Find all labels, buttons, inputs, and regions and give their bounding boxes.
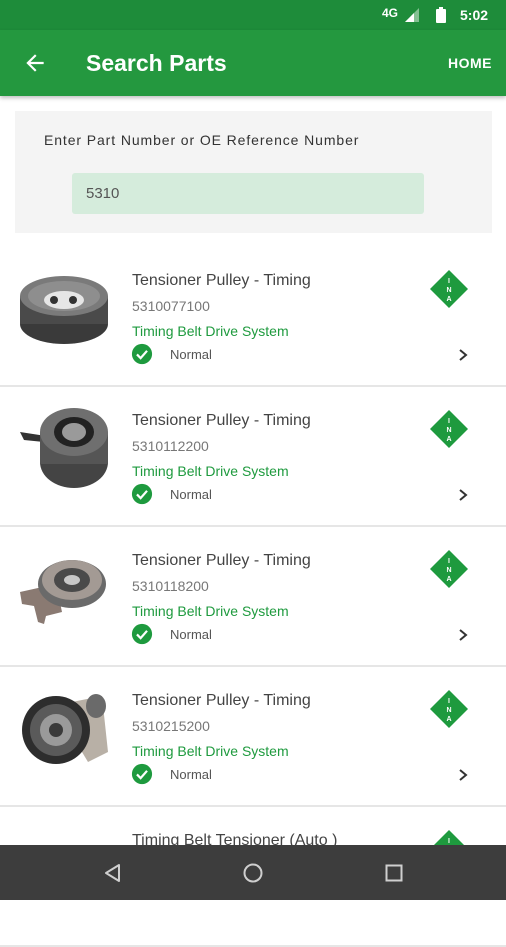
part-system: Timing Belt Drive System: [132, 463, 289, 479]
svg-text:A: A: [446, 296, 451, 303]
part-number: 5310215200: [132, 718, 210, 734]
home-button[interactable]: HOME: [448, 55, 492, 71]
part-image: [22, 694, 108, 764]
part-name: Tensioner Pulley - Timing: [132, 552, 311, 569]
part-image: [20, 276, 108, 344]
part-status: Normal: [170, 347, 212, 362]
part-number: 5310112200: [132, 438, 209, 454]
list-item[interactable]: Tensioner Pulley - Timing 5310215200 Tim…: [0, 668, 506, 807]
part-system: Timing Belt Drive System: [132, 743, 289, 759]
svg-text:I: I: [448, 558, 450, 565]
ina-logo-icon: I N A: [430, 270, 468, 308]
svg-text:A: A: [446, 716, 451, 723]
part-status: Normal: [170, 767, 212, 782]
ina-logo-icon: I N A: [430, 410, 468, 448]
part-number: 5310118200: [132, 578, 209, 594]
part-number-input[interactable]: [72, 173, 424, 214]
list-item[interactable]: Tensioner Pulley - Timing 5310112200 Tim…: [0, 388, 506, 527]
battery-icon: [436, 7, 446, 23]
square-recents-icon[interactable]: [383, 862, 405, 884]
check-circle-icon: [131, 483, 153, 505]
part-status: Normal: [170, 627, 212, 642]
chevron-right-icon[interactable]: [456, 488, 470, 502]
list-item[interactable]: Tensioner Pulley - Timing 5310077100 Tim…: [0, 248, 506, 387]
search-card: Enter Part Number or OE Reference Number: [15, 111, 492, 233]
ina-logo-icon: I N A: [430, 690, 468, 728]
network-indicator: 4G: [382, 6, 399, 20]
part-system: Timing Belt Drive System: [132, 603, 289, 619]
circle-home-icon[interactable]: [242, 862, 264, 884]
check-circle-icon: [131, 343, 153, 365]
part-name: Tensioner Pulley - Timing: [132, 692, 311, 709]
part-system: Timing Belt Drive System: [132, 323, 289, 339]
arrow-back-icon[interactable]: [22, 50, 48, 76]
svg-text:I: I: [448, 838, 450, 845]
ina-logo-icon: I N A: [430, 550, 468, 588]
triangle-back-icon[interactable]: [102, 862, 124, 884]
svg-text:N: N: [446, 707, 451, 714]
svg-text:N: N: [446, 287, 451, 294]
svg-text:I: I: [448, 418, 450, 425]
part-name: Tensioner Pulley - Timing: [132, 412, 311, 429]
part-image: [20, 560, 106, 624]
chevron-right-icon[interactable]: [456, 348, 470, 362]
chevron-right-icon[interactable]: [456, 628, 470, 642]
svg-text:N: N: [446, 567, 451, 574]
clock: 5:02: [460, 7, 489, 23]
system-navigation-bar: [0, 845, 506, 900]
svg-text:I: I: [448, 698, 450, 705]
svg-text:A: A: [446, 436, 451, 443]
check-circle-icon: [131, 763, 153, 785]
status-bar: 4G 5:02: [0, 0, 506, 30]
part-status: Normal: [170, 487, 212, 502]
svg-text:A: A: [446, 576, 451, 583]
app-bar: Search Parts HOME: [0, 30, 506, 96]
list-item[interactable]: Tensioner Pulley - Timing 5310118200 Tim…: [0, 528, 506, 667]
svg-text:I: I: [448, 278, 450, 285]
page-title: Search Parts: [86, 50, 227, 76]
svg-text:N: N: [446, 427, 451, 434]
chevron-right-icon[interactable]: [456, 768, 470, 782]
part-number: 5310077100: [132, 298, 210, 314]
check-circle-icon: [131, 623, 153, 645]
signal-icon: [405, 8, 419, 22]
search-label: Enter Part Number or OE Reference Number: [44, 132, 360, 148]
part-image: [20, 408, 108, 488]
part-name: Tensioner Pulley - Timing: [132, 272, 311, 289]
